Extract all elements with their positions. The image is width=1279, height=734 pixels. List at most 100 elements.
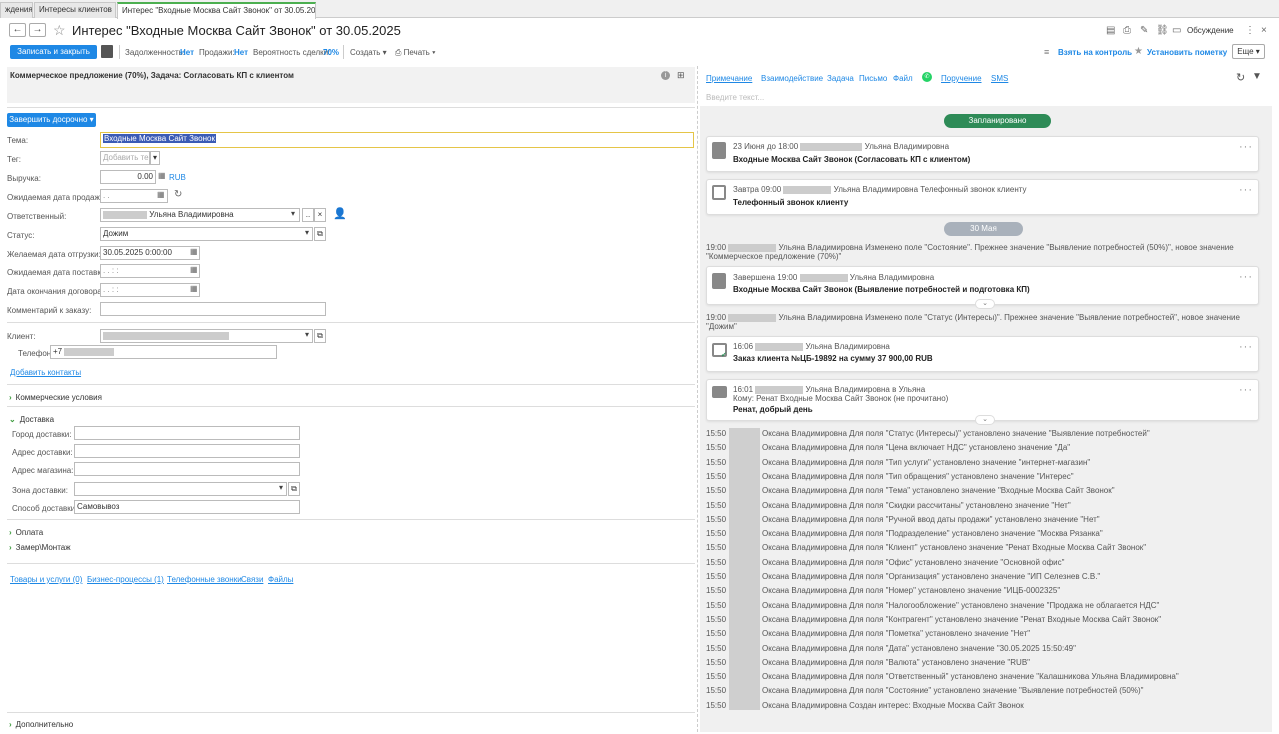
calendar-icon[interactable]: ▦	[190, 247, 198, 256]
more-vertical-icon[interactable]: ⋮	[1245, 25, 1255, 36]
history-row: 15:50 Оксана Владимировна Для поля "Скидк…	[706, 501, 1071, 513]
link-goods[interactable]: Товары и услуги (0)	[10, 575, 82, 584]
report-icon[interactable]: ▤	[1106, 25, 1115, 36]
tab-letter[interactable]: Письмо	[859, 74, 887, 83]
history-text: Оксана Владимировна Для поля "Контрагент…	[762, 614, 1162, 624]
delivery-date-input[interactable]: . . : :	[100, 264, 200, 278]
tab-sms[interactable]: SMS	[991, 74, 1008, 83]
card-title[interactable]: Входные Москва Сайт Звонок (Выявление по…	[733, 285, 1030, 294]
info-icon[interactable]: i	[661, 71, 670, 80]
print-menu[interactable]: ⎙ Печать ▾	[395, 48, 435, 58]
link-relations[interactable]: Связи	[241, 575, 263, 584]
discussion-button[interactable]: Обсуждение	[1187, 26, 1234, 35]
refresh-icon[interactable]: ↻	[1236, 71, 1245, 84]
contract-date-label: Дата окончания договора:	[7, 287, 104, 296]
ship-date-input[interactable]: 30.05.2025 0:00:00	[100, 246, 200, 260]
select-button[interactable]: ..	[302, 208, 314, 222]
more-icon[interactable]: ···	[1239, 184, 1253, 196]
finish-early-button[interactable]: Завершить досрочно ▾	[7, 113, 96, 127]
back-button[interactable]: ←	[9, 23, 26, 37]
section-delivery[interactable]: ⌄ Доставка	[9, 415, 54, 424]
forward-button[interactable]: →	[29, 23, 46, 37]
tab-file[interactable]: Файл	[893, 74, 913, 83]
debt-link[interactable]: Нет	[180, 48, 194, 57]
expand-icon[interactable]: ⌄	[975, 299, 995, 309]
dropdown-icon[interactable]: ▾	[279, 483, 283, 492]
open-icon[interactable]: ⧉	[314, 329, 326, 343]
tab-2[interactable]: Интерес "Входные Москва Сайт Звонок" от …	[117, 2, 316, 19]
tab-interaction[interactable]: Взаимодействие	[761, 74, 823, 83]
link-business-processes[interactable]: Бизнес-процессы (1)	[87, 575, 164, 584]
currency-link[interactable]: RUB	[169, 173, 186, 182]
status-select[interactable]: Дожим	[100, 227, 313, 241]
chat-icon[interactable]: ▭	[1172, 25, 1181, 36]
open-icon[interactable]: ⧉	[288, 482, 300, 496]
section-payment[interactable]: › Оплата	[9, 528, 43, 537]
more-icon[interactable]: ···	[1239, 341, 1253, 353]
control-button[interactable]: Взять на контроль	[1058, 48, 1132, 57]
calendar-icon[interactable]: ▦	[190, 265, 198, 274]
note-input[interactable]: Введите текст...	[706, 93, 764, 102]
section-additional[interactable]: › Дополнительно	[9, 720, 73, 729]
more-button[interactable]: Еще ▾	[1232, 44, 1265, 59]
splitter[interactable]	[697, 66, 698, 732]
user-icon[interactable]: 👤	[333, 207, 347, 220]
card-title[interactable]: Ренат, добрый день	[733, 405, 813, 414]
star-icon[interactable]: ☆	[53, 22, 66, 39]
edit-icon[interactable]: ✎	[1140, 25, 1148, 36]
link-icon[interactable]: ⛓	[1156, 25, 1169, 36]
tab-0[interactable]: ждения	[0, 2, 33, 18]
card-title[interactable]: Входные Москва Сайт Звонок (Согласовать …	[733, 155, 970, 164]
responsible-input[interactable]: Ульяна Владимировна	[100, 208, 300, 222]
method-input[interactable]: Самовывоз	[74, 500, 300, 514]
tab-task[interactable]: Задача	[827, 74, 854, 83]
save-close-button[interactable]: Записать и закрыть	[10, 45, 97, 59]
more-icon[interactable]: ···	[1239, 141, 1253, 153]
card-title[interactable]: Телефонный звонок клиенту	[733, 198, 848, 207]
print-icon[interactable]: ⎙	[1123, 25, 1131, 36]
calendar-icon[interactable]: ▦	[190, 284, 198, 293]
info-text: Коммерческое предложение (70%), Задача: …	[10, 71, 294, 80]
more-icon[interactable]: ···	[1239, 271, 1253, 283]
create-menu[interactable]: Создать ▾	[350, 48, 387, 57]
dropdown-icon[interactable]: ▾	[305, 330, 309, 339]
dropdown-icon[interactable]: ▾	[305, 228, 309, 237]
open-icon[interactable]: ⧉	[314, 227, 326, 241]
comment-input[interactable]	[100, 302, 326, 316]
section-measure[interactable]: › Замер\Монтаж	[9, 543, 71, 552]
expand-icon[interactable]: ⌄	[975, 415, 995, 425]
close-icon[interactable]: ×	[1261, 25, 1267, 36]
mark-button[interactable]: Установить пометку	[1147, 48, 1227, 57]
tag-input[interactable]: Добавить тег	[100, 151, 150, 165]
sales-link[interactable]: Нет	[234, 48, 248, 57]
more-icon[interactable]: ···	[1239, 384, 1253, 396]
tab-1[interactable]: Интересы клиентов×	[34, 2, 116, 18]
structure-icon[interactable]: ⊞	[677, 70, 685, 81]
contract-date-input[interactable]: . . : :	[100, 283, 200, 297]
comment-label: Комментарий к заказу:	[7, 306, 92, 315]
tema-input[interactable]: Входные Москва Сайт Звонок	[100, 132, 694, 148]
phone-input[interactable]: +7	[50, 345, 277, 359]
add-contacts-link[interactable]: Добавить контакты	[10, 368, 81, 377]
filter-icon[interactable]: ▼	[1252, 71, 1262, 82]
refresh-icon[interactable]: ↻	[174, 189, 182, 200]
link-phone-calls[interactable]: Телефонные звонки	[167, 575, 242, 584]
tab-note[interactable]: Примечание	[706, 74, 752, 83]
city-input[interactable]	[74, 426, 300, 440]
section-commercial[interactable]: › Коммерческие условия	[9, 393, 102, 402]
link-files[interactable]: Файлы	[268, 575, 293, 584]
tab-assignment[interactable]: Поручение	[941, 74, 982, 83]
whatsapp-icon[interactable]: ✆	[922, 72, 932, 82]
tag-dropdown-icon[interactable]: ▾	[150, 151, 160, 165]
calendar-icon[interactable]: ▦	[157, 190, 165, 199]
dropdown-icon[interactable]: ▾	[291, 209, 295, 218]
calculator-icon[interactable]: ▦	[158, 171, 166, 180]
address-input[interactable]	[74, 444, 300, 458]
zone-select[interactable]	[74, 482, 287, 496]
revenue-input[interactable]: 0.00	[100, 170, 156, 184]
save-icon[interactable]	[101, 45, 113, 58]
clear-button[interactable]: ×	[314, 208, 326, 222]
card-title[interactable]: Заказ клиента №ЦБ-19892 на сумму 37 900,…	[733, 354, 933, 363]
client-input[interactable]	[100, 329, 313, 343]
shop-input[interactable]	[74, 462, 300, 476]
